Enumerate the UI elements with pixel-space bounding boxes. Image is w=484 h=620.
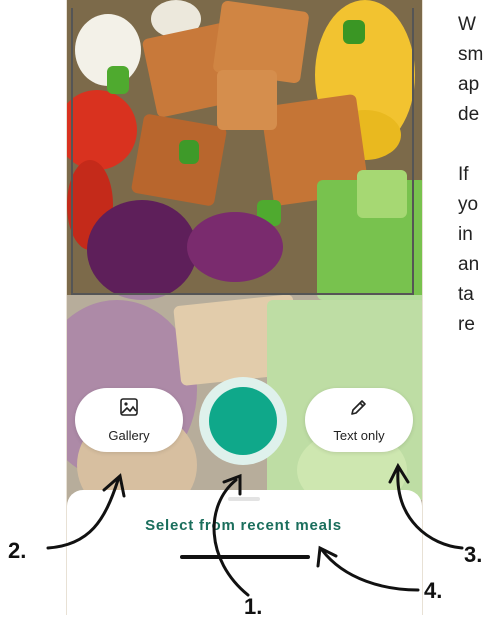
- annotation-number-3: 3.: [464, 542, 483, 567]
- annotation-arrows: [46, 462, 464, 597]
- annotation-number-1: 1.: [244, 594, 263, 619]
- annotation-number-2: 2.: [8, 538, 27, 563]
- annotation-number-4: 4.: [424, 578, 443, 603]
